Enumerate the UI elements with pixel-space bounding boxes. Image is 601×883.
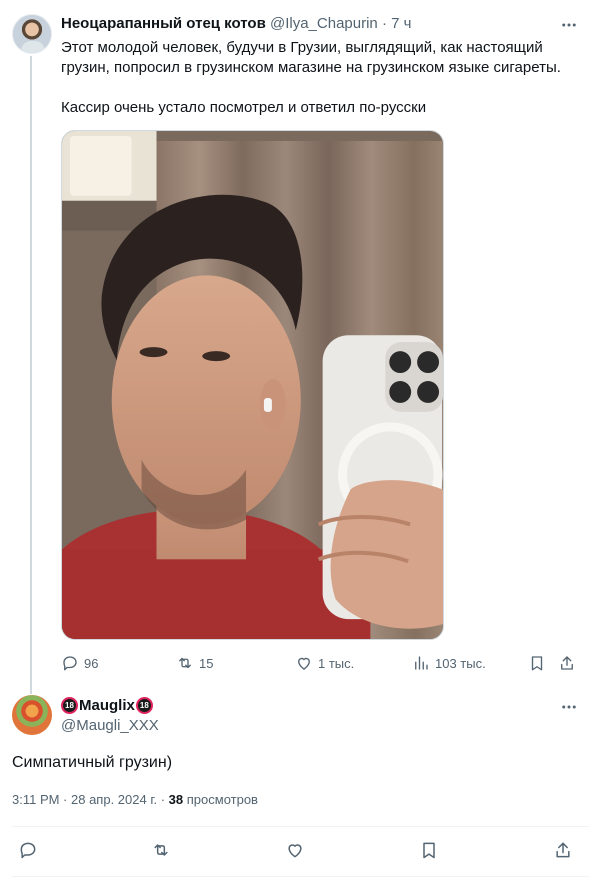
more-horizontal-icon	[562, 705, 576, 709]
tweet-photo[interactable]	[61, 130, 444, 640]
tweet-time[interactable]: 7 ч	[391, 15, 411, 32]
divider-bottom	[12, 876, 589, 877]
reply-more-options-button[interactable]	[558, 697, 580, 717]
mirror-selfie-image	[62, 131, 443, 639]
reply-bubble-icon	[20, 842, 36, 859]
reply-repost-button[interactable]	[149, 838, 173, 862]
reply-share-button[interactable]	[551, 838, 575, 862]
views-button[interactable]: 103 тыс.	[412, 652, 486, 674]
author-handle[interactable]: @Ilya_Chapurin	[270, 15, 378, 32]
like-count: 1 тыс.	[318, 655, 355, 671]
heart-icon	[288, 844, 302, 858]
age-restriction-badge-trailing: 18	[135, 697, 153, 714]
analytics-icon	[415, 656, 428, 670]
tweet-header: Неоцарапанный отец котов @Ilya_Chapurin …	[61, 14, 411, 34]
repost-button[interactable]: 15	[176, 652, 213, 674]
more-options-button[interactable]	[558, 15, 580, 35]
bookmark-icon	[531, 656, 543, 671]
author-avatar[interactable]	[12, 14, 52, 54]
reply-text: Симпатичный грузин)	[12, 754, 173, 771]
reply-metadata: 3:11 PM · 28 апр. 2024 г. · 38 просмотро…	[12, 791, 258, 809]
views-count: 103 тыс.	[435, 655, 486, 671]
reply-bookmark-button[interactable]	[417, 838, 441, 862]
reply-views-label: просмотров	[186, 792, 258, 807]
reply-author-name-row[interactable]: 18 Mauglix 18	[61, 696, 153, 715]
reply-like-button[interactable]	[283, 838, 307, 862]
original-tweet[interactable]: Неоцарапанный отец котов @Ilya_Chapurin …	[0, 0, 601, 694]
reply-timestamp[interactable]: 3:11 PM · 28 апр. 2024 г. ·	[12, 792, 165, 807]
reply-button[interactable]: 96	[61, 652, 98, 674]
bookmark-button[interactable]	[528, 652, 546, 674]
divider-top	[12, 826, 589, 827]
tweet-text: Этот молодой человек, будучи в Грузии, в…	[61, 38, 581, 118]
share-icon	[561, 656, 573, 670]
more-horizontal-icon	[562, 23, 576, 27]
author-name[interactable]: Неоцарапанный отец котов	[61, 15, 266, 32]
like-button[interactable]: 1 тыс.	[295, 652, 354, 674]
reply-actions	[12, 838, 589, 862]
reply-count: 96	[84, 655, 99, 671]
age-restriction-badge: 18	[61, 697, 78, 714]
reply-author-name[interactable]: Mauglix	[79, 696, 135, 715]
tweet-actions: 96 15 1 тыс. 103 тыс.	[61, 652, 581, 674]
repost-icon	[154, 844, 168, 856]
tweet-text-paragraph-2: Кассир очень устало посмотрел и ответил …	[61, 99, 427, 116]
reply-views-count: 38	[168, 792, 184, 807]
thread-connector-line	[30, 56, 32, 694]
reply-bubble-icon	[63, 656, 77, 671]
bookmark-icon	[423, 842, 435, 859]
reply-reply-button[interactable]	[16, 838, 40, 862]
repost-icon	[179, 657, 191, 669]
reply-author-avatar[interactable]	[12, 695, 52, 735]
tweet-text-paragraph-1: Этот молодой человек, будучи в Грузии, в…	[61, 39, 561, 76]
avatar-shirt	[21, 41, 45, 53]
share-button[interactable]	[558, 652, 576, 674]
share-icon	[556, 842, 570, 858]
heart-icon	[298, 657, 310, 670]
reply-author-handle[interactable]: @Maugli_XXX	[61, 716, 159, 735]
repost-count: 15	[199, 655, 214, 671]
header-separator: ·	[381, 15, 387, 32]
